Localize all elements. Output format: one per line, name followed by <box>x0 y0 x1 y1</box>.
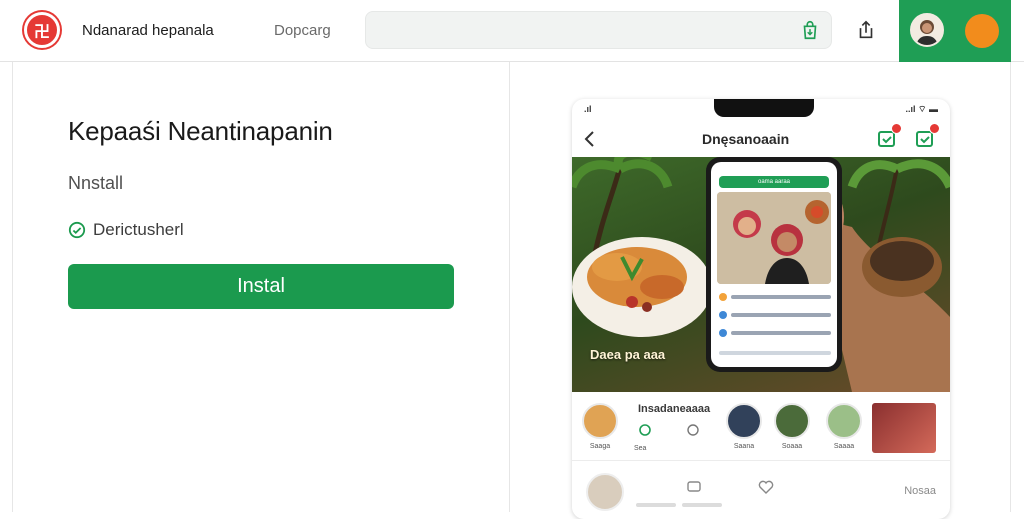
developer-link[interactable]: Dopcarg <box>274 22 331 39</box>
heart-icon[interactable] <box>758 479 774 495</box>
phone-screen-title: Dnęsanoaain <box>702 131 790 147</box>
cart-badge <box>891 123 902 134</box>
page-title: Kepaaśi Neantinapanin <box>68 116 333 146</box>
message-badge <box>929 123 940 134</box>
shopping-bag-icon[interactable] <box>799 19 821 41</box>
story-label: Soaaa <box>781 443 803 450</box>
inner-list-item <box>719 326 831 340</box>
story-label: Sea <box>634 445 647 452</box>
user-avatar[interactable] <box>910 13 944 47</box>
phone-notch <box>714 99 814 117</box>
screenshot-preview-panel: .ıl ..ıl ⌔ ▬ Dnęsanoaain oama aaraa Daea… <box>511 62 1011 519</box>
feed-text-line <box>682 503 722 507</box>
verified-text: Derictusherl <box>93 220 184 239</box>
comment-icon[interactable] <box>686 479 702 495</box>
feed-avatar <box>586 473 624 511</box>
feed-text-line <box>636 503 676 507</box>
top-bar: 卍 Ndanarad hepanala Dopcarg <box>0 0 1024 62</box>
story-item[interactable]: Saaga <box>582 403 618 450</box>
story-label: Saaga <box>589 443 611 450</box>
install-button[interactable]: Instal <box>68 264 454 309</box>
stories-title: Insadaneaaaa <box>638 403 711 415</box>
status-signal: .ıl <box>584 104 592 114</box>
cart-icon[interactable] <box>876 123 902 149</box>
feed-label: Nosaa <box>904 485 936 497</box>
check-circle-icon <box>68 221 86 239</box>
message-icon[interactable] <box>914 123 940 149</box>
notification-dot[interactable] <box>965 14 999 48</box>
share-icon <box>859 20 873 39</box>
emoji-icon[interactable] <box>686 423 700 437</box>
inner-list-item <box>719 290 831 304</box>
inner-phone-mockup: oama aaraa <box>706 157 842 372</box>
story-item[interactable]: Saana <box>726 403 762 450</box>
hero-caption: Daea pa aaa <box>590 347 666 362</box>
inner-video-thumbnail <box>717 192 831 284</box>
feed-item[interactable]: Nosaa <box>572 467 950 517</box>
inner-phone-screen: oama aaraa <box>711 162 837 367</box>
search-input[interactable] <box>365 11 832 49</box>
stories-row: Saaga Insadaneaaaa Sea Saana Soaaa Saaaa <box>572 399 950 461</box>
share-button[interactable] <box>852 16 880 44</box>
hero-image: oama aaraa Daea pa aaa <box>572 157 950 392</box>
story-label: Saaaa <box>833 443 855 450</box>
story-item[interactable]: Soaaa <box>774 403 810 450</box>
story-label: Saana <box>733 443 755 450</box>
app-details-panel: Kepaaśi Neantinapanin Nnstall Derictushe… <box>12 62 510 512</box>
account-area <box>899 0 1011 62</box>
inner-bottom-nav <box>719 346 831 360</box>
chevron-left-icon[interactable] <box>582 129 598 149</box>
featured-story-thumbnail[interactable] <box>872 403 936 453</box>
install-status-label: Nnstall <box>68 173 124 193</box>
phone-app-header: Dnęsanoaain <box>572 121 950 157</box>
verified-badge: Derictusherl <box>68 220 184 240</box>
status-icons: ..ıl ⌔ ▬ <box>905 104 938 114</box>
inner-search-bar: oama aaraa <box>719 176 829 188</box>
brand-logo-icon[interactable]: 卍 <box>24 12 60 48</box>
app-title: Ndanarad hepanala <box>82 22 214 39</box>
phone-screenshot[interactable]: .ıl ..ıl ⌔ ▬ Dnęsanoaain oama aaraa Daea… <box>572 99 950 519</box>
inner-list-item <box>719 308 831 322</box>
chat-icon[interactable] <box>638 423 652 437</box>
story-item[interactable]: Saaaa <box>826 403 862 450</box>
